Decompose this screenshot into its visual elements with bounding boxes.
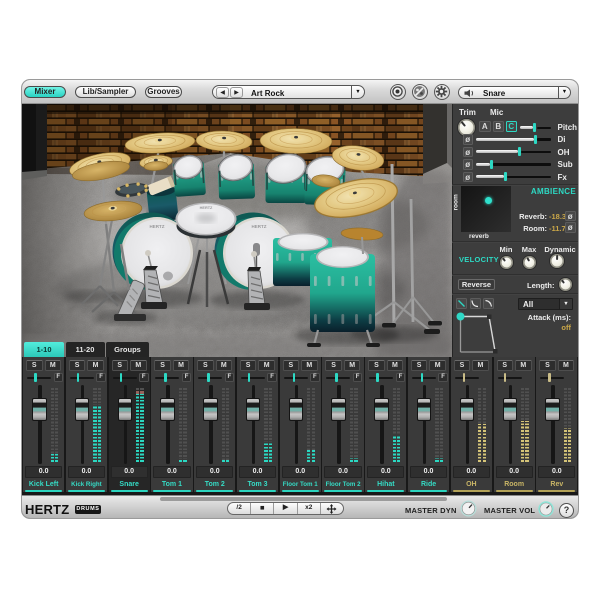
svg-text:HERTZ: HERTZ: [252, 224, 267, 229]
svg-text:HERTZ: HERTZ: [200, 206, 213, 210]
svg-text:HERTZ: HERTZ: [150, 224, 165, 229]
